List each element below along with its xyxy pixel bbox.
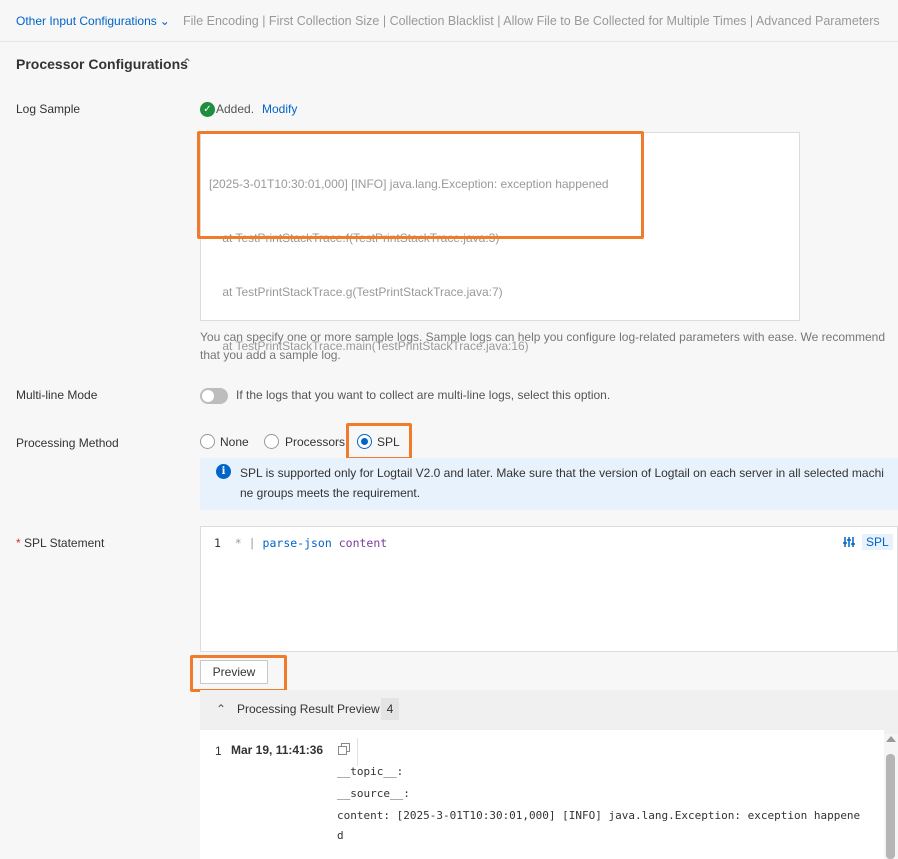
toggle-knob bbox=[202, 390, 214, 402]
divider bbox=[0, 41, 898, 42]
line-number: 1 bbox=[214, 536, 221, 550]
scrollbar-thumb[interactable] bbox=[886, 754, 895, 859]
spl-code-line: 1 * | parse-json content bbox=[214, 536, 387, 550]
other-input-configurations-label: Other Input Configurations bbox=[16, 14, 157, 28]
radio-processors[interactable] bbox=[264, 434, 279, 449]
format-icon[interactable] bbox=[843, 535, 857, 552]
spl-statement-label: * SPL Statement bbox=[16, 536, 104, 550]
result-field: __source__: bbox=[337, 787, 410, 800]
highlight-box-sample bbox=[197, 131, 644, 239]
result-index: 1 bbox=[215, 744, 222, 758]
chevron-down-icon: ⌄ bbox=[159, 14, 170, 28]
multiline-toggle[interactable] bbox=[200, 388, 228, 404]
spl-statement-label-text: SPL Statement bbox=[24, 536, 105, 550]
scroll-up-arrow-icon[interactable] bbox=[886, 736, 896, 742]
other-input-summary: File Encoding | First Collection Size | … bbox=[183, 14, 880, 28]
radio-none[interactable] bbox=[200, 434, 215, 449]
info-alert-text: SPL is supported only for Logtail V2.0 a… bbox=[240, 463, 890, 503]
code-pipe: | bbox=[248, 536, 256, 550]
result-time: Mar 19, 11:41:36 bbox=[231, 743, 324, 757]
log-sample-help: You can specify one or more sample logs.… bbox=[200, 328, 890, 364]
processing-method-label: Processing Method bbox=[16, 436, 119, 450]
result-field: __topic__: bbox=[337, 765, 404, 778]
copy-icon[interactable] bbox=[337, 742, 351, 756]
code-command: parse-json bbox=[262, 536, 332, 550]
modify-link[interactable]: Modify bbox=[262, 102, 297, 116]
other-input-configurations-link[interactable]: Other Input Configurations ⌄ bbox=[16, 14, 170, 28]
radio-none-label[interactable]: None bbox=[220, 435, 249, 449]
code-argument: content bbox=[338, 536, 388, 550]
result-field: d bbox=[337, 829, 344, 842]
result-preview-title[interactable]: Processing Result Preview bbox=[237, 702, 380, 716]
radio-processors-label[interactable]: Processors bbox=[285, 435, 345, 449]
code-star: * bbox=[234, 536, 242, 550]
added-status: Added. bbox=[216, 102, 255, 116]
multiline-description: If the logs that you want to collect are… bbox=[236, 388, 611, 402]
chevron-up-icon[interactable]: ⌃ bbox=[216, 702, 226, 716]
section-title: Processor Configurations bbox=[16, 56, 188, 72]
info-icon: i bbox=[216, 464, 231, 479]
result-field: content: [2025-3-01T10:30:01,000] [INFO]… bbox=[337, 809, 861, 822]
log-sample-line: at TestPrintStackTrace.g(TestPrintStackT… bbox=[209, 285, 503, 299]
check-circle-icon: ✓ bbox=[200, 102, 215, 117]
copy-icon-svg bbox=[338, 743, 350, 755]
help-text-line: You can specify one or more sample logs.… bbox=[200, 330, 886, 344]
separator bbox=[357, 738, 358, 766]
help-text-line: that you add a sample log. bbox=[200, 348, 341, 362]
spl-badge[interactable]: SPL bbox=[862, 534, 893, 550]
info-text-line: SPL is supported only for Logtail V2.0 a… bbox=[240, 466, 884, 480]
log-sample-label: Log Sample bbox=[16, 102, 81, 116]
chevron-up-icon[interactable]: ⌃ bbox=[182, 56, 192, 70]
multiline-label: Multi-line Mode bbox=[16, 388, 98, 402]
highlight-box-preview bbox=[190, 655, 287, 692]
required-mark: * bbox=[16, 536, 21, 550]
info-text-line: ne groups meets the requirement. bbox=[240, 486, 421, 500]
result-count-badge: 4 bbox=[381, 698, 399, 720]
highlight-box-spl bbox=[346, 423, 412, 460]
format-icon-svg bbox=[843, 537, 855, 547]
